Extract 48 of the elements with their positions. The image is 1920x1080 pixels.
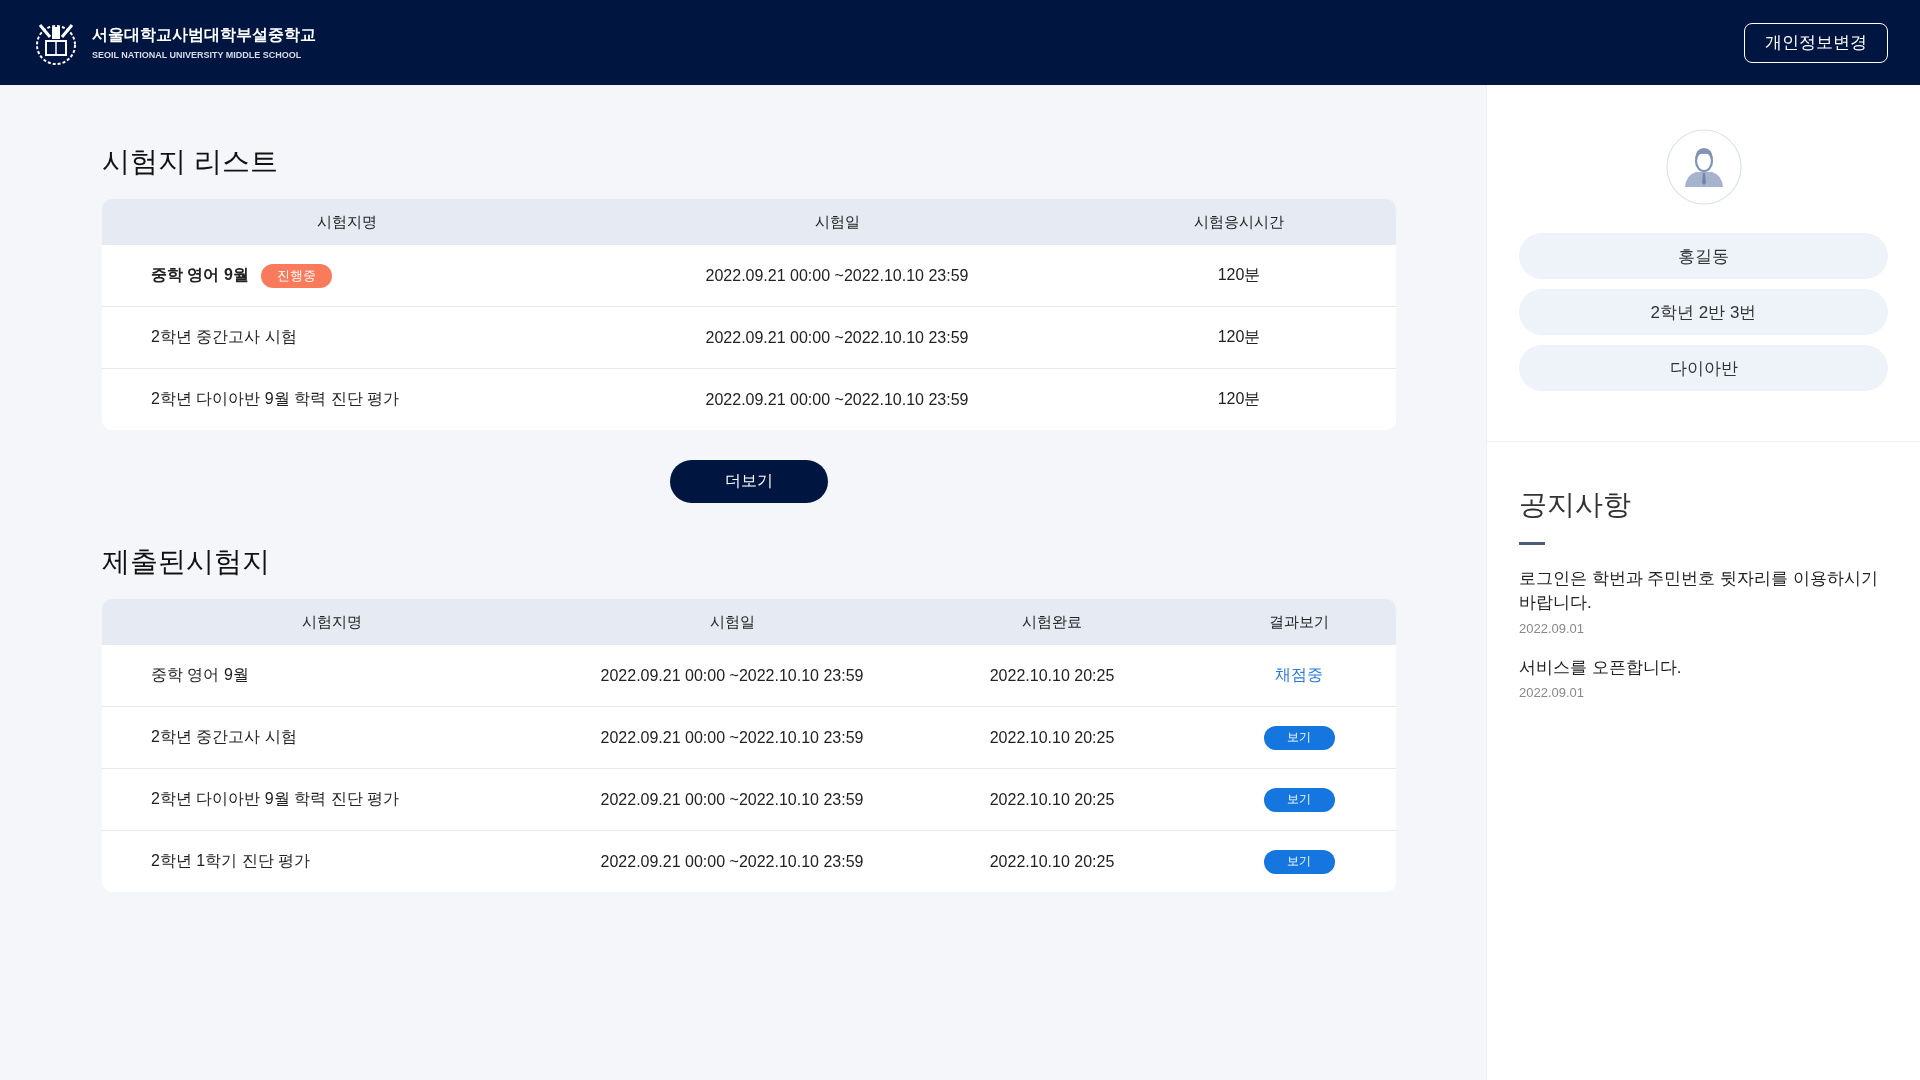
exam-name: 2학년 1학기 진단 평가: [151, 851, 311, 871]
exam-name: 2학년 다이아반 9월 학력 진단 평가: [151, 789, 400, 809]
exam-date: 2022.09.21 00:00 ~2022.10.10 23:59: [704, 328, 970, 347]
column-header: 시험지명: [316, 212, 378, 232]
grading-status: 채점중: [1275, 665, 1323, 685]
notice-text[interactable]: 서비스를 오픈합니다.: [1519, 655, 1888, 680]
exam-name: 중학 영어 9월: [151, 665, 249, 685]
exam-date: 2022.09.21 00:00 ~2022.10.10 23:59: [704, 390, 970, 409]
exam-date: 2022.09.21 00:00 ~2022.10.10 23:59: [599, 852, 865, 871]
profile-info: 다이아반: [1519, 345, 1888, 391]
completed-time: 2022.10.10 20:25: [988, 728, 1116, 747]
exam-name[interactable]: 2학년 다이아반 9월 학력 진단 평가: [151, 389, 400, 410]
column-header: 시험지명: [301, 612, 363, 632]
edit-profile-button[interactable]: 개인정보변경: [1744, 22, 1888, 63]
exam-date: 2022.09.21 00:00 ~2022.10.10 23:59: [599, 728, 865, 747]
column-header: 시험일: [708, 612, 756, 632]
status-badge: 진행중: [260, 263, 332, 288]
completed-time: 2022.10.10 20:25: [988, 852, 1116, 871]
exam-date: 2022.09.21 00:00 ~2022.10.10 23:59: [704, 266, 970, 285]
column-header: 시험응시시간: [1193, 212, 1285, 232]
completed-time: 2022.10.10 20:25: [988, 666, 1116, 685]
exam-date: 2022.09.21 00:00 ~2022.10.10 23:59: [599, 666, 865, 685]
exam-name[interactable]: 2학년 중간고사 시험: [151, 327, 297, 348]
exam-name: 2학년 중간고사 시험: [151, 727, 297, 747]
section-title: 시험지 리스트: [102, 145, 279, 179]
notice-text[interactable]: 로그인은 학번과 주민번호 뒷자리를 이용하시기 바랍니다.: [1519, 567, 1888, 615]
column-header: 시험일: [813, 212, 861, 232]
school-name-english: SEOIL NATIONAL UNIVERSITY MIDDLE SCHOOL: [92, 50, 303, 60]
exam-duration: 120분: [1216, 327, 1262, 347]
column-header: 시험완료: [1021, 612, 1083, 632]
exam-duration: 120분: [1216, 265, 1262, 285]
exam-name[interactable]: 중학 영어 9월: [151, 265, 249, 286]
view-result-button[interactable]: 보기: [1263, 787, 1335, 812]
more-button[interactable]: 더보기: [670, 460, 828, 503]
notice-date: 2022.09.01: [1519, 685, 1586, 701]
avatar-icon: [1665, 129, 1742, 205]
school-name: 서울대학교사범대학부설중학교: [92, 25, 316, 45]
column-header: 결과보기: [1268, 612, 1330, 632]
view-result-button[interactable]: 보기: [1263, 849, 1335, 874]
completed-time: 2022.10.10 20:25: [988, 790, 1116, 809]
exam-date: 2022.09.21 00:00 ~2022.10.10 23:59: [599, 790, 865, 809]
notice-date: 2022.09.01: [1519, 620, 1586, 636]
notice-title: 공지사항: [1519, 488, 1632, 522]
view-result-button[interactable]: 보기: [1263, 725, 1335, 750]
section-title: 제출된시험지: [102, 545, 271, 579]
exam-duration: 120분: [1216, 389, 1262, 409]
profile-info: 홍길동: [1519, 233, 1888, 279]
profile-info: 2학년 2반 3번: [1519, 289, 1888, 335]
